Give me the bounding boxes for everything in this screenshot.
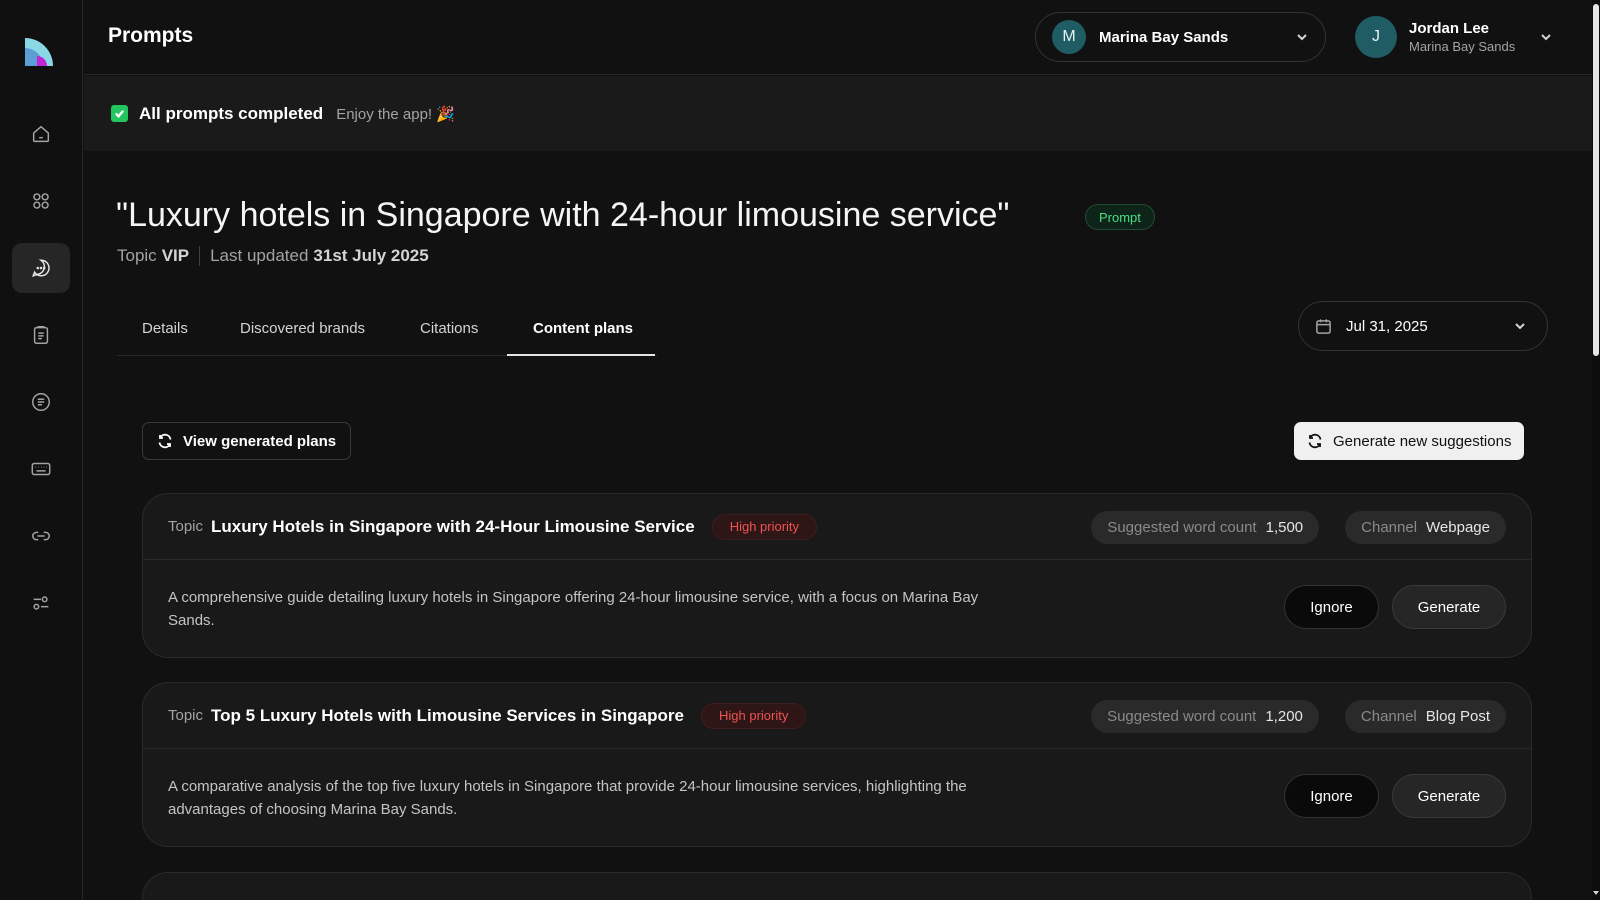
- word-count-chip: Suggested word count 1,500: [1091, 511, 1320, 544]
- checkbox-checked-icon: [111, 105, 128, 122]
- channel-label: Channel: [1360, 708, 1417, 725]
- topic-label: Topic: [117, 246, 157, 265]
- sidebar-item-prompts[interactable]: [12, 243, 70, 293]
- generate-new-suggestions-label: Generate new suggestions: [1333, 432, 1512, 450]
- grid-icon: [33, 193, 49, 209]
- generate-button[interactable]: Generate: [1392, 774, 1506, 818]
- content-plan-card-partial: [142, 872, 1532, 900]
- topic-value: VIP: [161, 246, 190, 265]
- chevron-down-icon: [1297, 34, 1307, 41]
- clipboard-icon: [33, 326, 49, 344]
- plan-topic-title: Top 5 Luxury Hotels with Limousine Servi…: [211, 705, 684, 725]
- sidebar: [0, 0, 83, 900]
- channel-value: Webpage: [1426, 519, 1490, 536]
- sidebar-item-content[interactable]: [12, 377, 70, 427]
- channel-chip: Channel Blog Post: [1344, 700, 1506, 733]
- plan-topic-label: Topic: [168, 518, 204, 535]
- keyboard-icon: [31, 462, 51, 476]
- word-count-chip: Suggested word count 1,200: [1091, 700, 1319, 733]
- org-name: Marina Bay Sands: [1099, 28, 1229, 46]
- sidebar-item-settings[interactable]: [12, 578, 70, 628]
- channel-label: Channel: [1361, 519, 1418, 536]
- banner-title: All prompts completed: [139, 103, 324, 123]
- word-count-value: 1,200: [1265, 708, 1303, 725]
- prompt-title: "Luxury hotels in Singapore with 24-hour…: [116, 196, 1010, 234]
- refresh-icon: [158, 433, 172, 449]
- home-icon: [32, 125, 50, 143]
- calendar-icon: [1316, 318, 1331, 334]
- plan-topic-title: Luxury Hotels in Singapore with 24-Hour …: [211, 516, 695, 536]
- page-title: Prompts: [108, 24, 194, 47]
- chat-icon: [31, 259, 50, 277]
- banner-subtitle: Enjoy the app! 🎉: [336, 105, 455, 123]
- top-header: Prompts M Marina Bay Sands J Jordan Lee …: [84, 0, 1592, 75]
- generate-button[interactable]: Generate: [1392, 585, 1506, 629]
- ignore-button[interactable]: Ignore: [1284, 585, 1379, 629]
- avatar: J: [1355, 16, 1397, 58]
- tab-details[interactable]: Details: [142, 320, 188, 337]
- word-count-label: Suggested word count: [1107, 708, 1257, 725]
- ignore-button[interactable]: Ignore: [1284, 774, 1379, 818]
- chevron-down-icon: [1515, 323, 1525, 330]
- priority-badge: High priority: [711, 513, 818, 540]
- channel-value: Blog Post: [1425, 708, 1490, 725]
- plan-topic-label: Topic: [168, 707, 204, 724]
- date-value: Jul 31, 2025: [1346, 317, 1428, 335]
- user-menu[interactable]: J Jordan Lee Marina Bay Sands: [1355, 16, 1553, 58]
- completion-banner: All prompts completed Enjoy the app! 🎉: [84, 76, 1592, 151]
- organization-select[interactable]: M Marina Bay Sands: [1035, 12, 1326, 62]
- date-picker[interactable]: Jul 31, 2025: [1298, 301, 1548, 351]
- meta-divider: [199, 246, 201, 266]
- plan-description: A comparative analysis of the top five l…: [168, 778, 967, 818]
- tab-content-plans[interactable]: Content plans: [533, 320, 633, 337]
- priority-badge: High priority: [700, 702, 807, 729]
- chevron-down-icon: [1541, 34, 1551, 41]
- sidebar-item-keywords[interactable]: [12, 444, 70, 494]
- sidebar-item-integrations[interactable]: [12, 511, 70, 561]
- prompt-badge: Prompt: [1085, 204, 1155, 230]
- user-name: Jordan Lee: [1409, 20, 1490, 37]
- app-logo[interactable]: [25, 38, 53, 66]
- generate-new-suggestions-button[interactable]: Generate new suggestions: [1294, 422, 1525, 460]
- word-count-label: Suggested word count: [1107, 519, 1257, 536]
- prompt-meta: Topic VIP Last updated 31st July 2025: [117, 246, 429, 266]
- refresh-icon: [1308, 433, 1322, 449]
- tab-citations[interactable]: Citations: [420, 320, 478, 337]
- sidebar-item-dashboard[interactable]: [12, 176, 70, 226]
- sidebar-item-home[interactable]: [12, 109, 70, 159]
- sliders-icon: [33, 596, 49, 610]
- plan-description: A comprehensive guide detailing luxury h…: [168, 589, 979, 629]
- content-plan-card: Topic Top 5 Luxury Hotels with Limousine…: [142, 682, 1532, 847]
- scroll-down-arrow-icon[interactable]: [1592, 889, 1600, 897]
- sidebar-item-reports[interactable]: [12, 310, 70, 360]
- updated-value: 31st July 2025: [313, 246, 429, 265]
- active-tab-indicator: [507, 354, 655, 356]
- view-generated-plans-button[interactable]: View generated plans: [142, 422, 352, 460]
- link-icon: [32, 531, 50, 541]
- list-icon: [32, 393, 50, 411]
- channel-chip: Channel Webpage: [1345, 511, 1506, 544]
- scrollbar-thumb[interactable]: [1593, 4, 1599, 356]
- tab-discovered-brands[interactable]: Discovered brands: [240, 320, 365, 337]
- content-plan-card: Topic Luxury Hotels in Singapore with 24…: [142, 493, 1532, 658]
- updated-label: Last updated: [210, 246, 309, 265]
- view-generated-plans-label: View generated plans: [183, 432, 337, 450]
- org-avatar: M: [1052, 20, 1086, 54]
- tab-bar: Details Discovered brands Citations Cont…: [117, 308, 657, 356]
- word-count-value: 1,500: [1265, 519, 1304, 536]
- user-org: Marina Bay Sands: [1409, 39, 1516, 54]
